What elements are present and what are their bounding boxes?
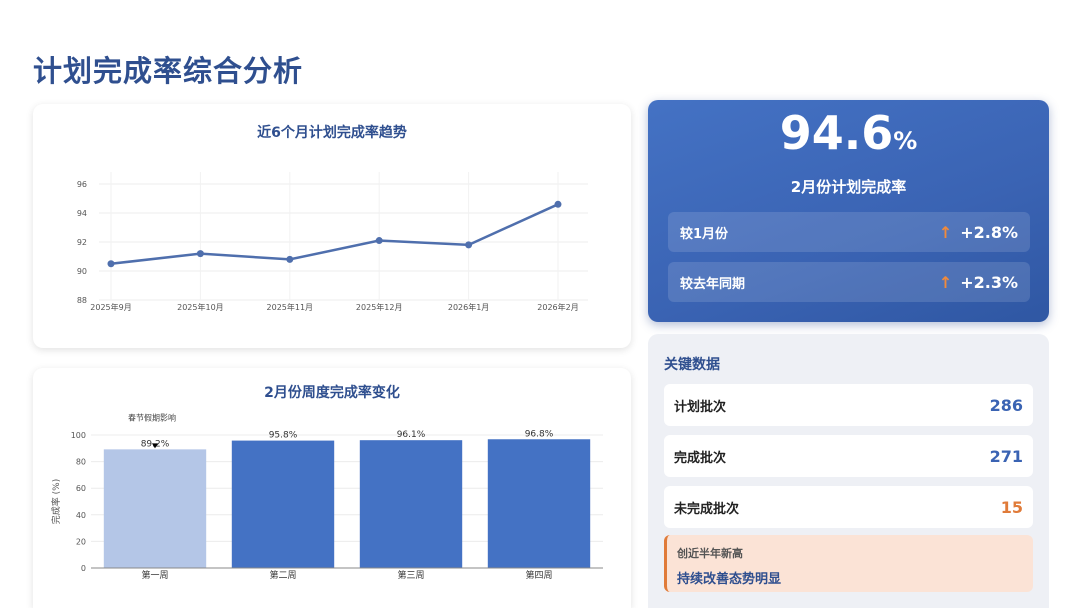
key-data-card: 关键数据 计划批次 286 完成批次 271 未完成批次 15 创近半年新高 持… (648, 334, 1049, 608)
kpi-unit: % (893, 127, 918, 155)
y-tick-label: 92 (77, 238, 87, 247)
kpi-row-value: ↑ +2.3% (939, 273, 1018, 292)
weekly-bar-chart: 020406080100完成率 (%)89.2%第一周春节假期影响95.8%第二… (50, 412, 603, 581)
y-tick-label: 94 (77, 209, 87, 218)
key-row-value: 15 (1000, 497, 1023, 517)
y-tick-label: 88 (77, 296, 87, 305)
highlight-note: 创近半年新高 持续改善态势明显 (664, 535, 1033, 592)
kpi-value: 94.6% (648, 106, 1049, 160)
up-arrow-icon: ↑ (938, 222, 953, 242)
bar (487, 439, 591, 568)
x-tick-label: 2025年12月 (356, 302, 403, 312)
kpi-row-yoy: 较去年同期 ↑ +2.3% (668, 262, 1030, 302)
y-axis-label: 完成率 (%) (50, 479, 62, 524)
x-tick-label: 第二周 (269, 569, 296, 581)
kpi-row-label: 较1月份 (680, 226, 729, 242)
bar (103, 449, 207, 568)
y-tick-label: 100 (71, 431, 86, 440)
y-tick-label: 0 (81, 564, 86, 573)
y-tick-label: 80 (76, 458, 86, 467)
kpi-card: 94.6% 2月份计划完成率 较1月份 ↑ +2.8% 较去年同期 ↑ +2.3% (648, 100, 1049, 322)
key-row-label: 完成批次 (674, 450, 727, 466)
key-row-label: 计划批次 (674, 399, 727, 415)
weekly-chart-card: 2月份周度完成率变化 020406080100完成率 (%)89.2%第一周春节… (33, 368, 631, 608)
data-label: 96.8% (525, 429, 554, 439)
x-tick-label: 2025年11月 (267, 302, 314, 312)
kpi-row-number: +2.3% (960, 272, 1018, 292)
up-arrow-icon: ↑ (938, 272, 953, 292)
kpi-row-number: +2.8% (960, 222, 1018, 242)
key-row-incomplete: 未完成批次 15 (664, 486, 1033, 528)
data-point (286, 255, 294, 263)
data-label: 95.8% (269, 431, 298, 441)
trend-chart-title: 近6个月计划完成率趋势 (257, 125, 407, 141)
key-row-value: 271 (989, 446, 1023, 466)
data-point (375, 237, 383, 245)
y-tick-label: 20 (76, 537, 86, 546)
y-tick-label: 96 (77, 180, 87, 189)
data-point (196, 250, 204, 258)
y-tick-label: 60 (76, 484, 86, 493)
x-tick-label: 2025年9月 (90, 302, 131, 312)
key-row-label: 未完成批次 (674, 501, 740, 517)
key-row-completed: 完成批次 271 (664, 435, 1033, 477)
note-line-2: 持续改善态势明显 (677, 572, 782, 587)
annotation-text: 春节假期影响 (128, 412, 176, 422)
kpi-row-label: 较去年同期 (680, 276, 746, 292)
note-line-1: 创近半年新高 (677, 547, 743, 560)
weekly-chart-title: 2月份周度完成率变化 (264, 385, 400, 401)
bar (359, 440, 463, 568)
data-point (465, 241, 473, 249)
x-tick-label: 第四周 (525, 569, 552, 581)
key-row-planned: 计划批次 286 (664, 384, 1033, 426)
data-point (107, 260, 115, 268)
data-point (554, 200, 562, 208)
y-tick-label: 40 (76, 511, 86, 520)
x-tick-label: 第三周 (397, 569, 424, 581)
y-tick-label: 90 (77, 267, 87, 276)
page-title: 计划完成率综合分析 (33, 54, 304, 88)
kpi-row-mom: 较1月份 ↑ +2.8% (668, 212, 1030, 252)
key-row-value: 286 (989, 395, 1023, 415)
data-label: 96.1% (397, 430, 426, 440)
x-tick-label: 2026年1月 (448, 302, 489, 312)
key-data-title: 关键数据 (664, 357, 720, 373)
x-tick-label: 2025年10月 (177, 302, 224, 312)
x-tick-label: 2026年2月 (537, 302, 578, 312)
kpi-number: 94.6 (779, 106, 894, 160)
kpi-row-value: ↑ +2.8% (939, 223, 1018, 242)
x-tick-label: 第一周 (141, 569, 168, 581)
trend-chart-card: 近6个月计划完成率趋势 88 90 92 94 96 2025年9月 2025年10月 202… (33, 104, 631, 348)
bar (231, 440, 335, 568)
kpi-label: 2月份计划完成率 (790, 178, 907, 196)
